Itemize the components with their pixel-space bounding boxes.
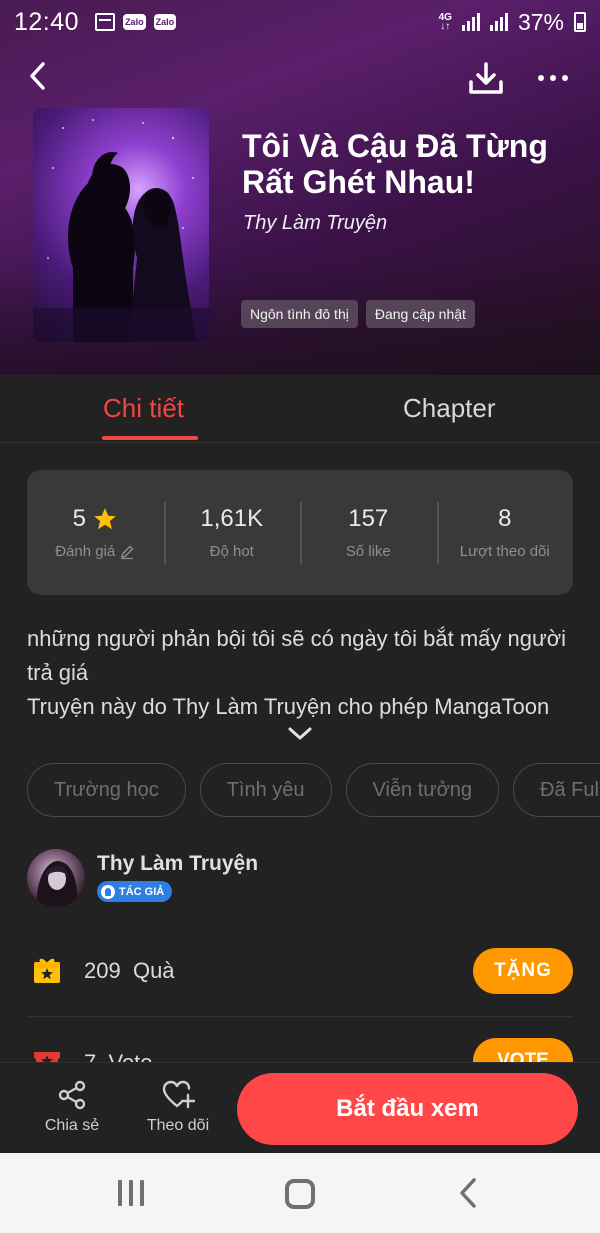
genre-tag[interactable]: Ngôn tình đô thị — [241, 300, 358, 328]
tab-bar: Chi tiết Chapter — [0, 375, 600, 443]
calendar-icon — [95, 13, 116, 31]
star-icon — [94, 508, 116, 530]
book-description[interactable]: những người phản bội tôi sẽ có ngày tôi … — [27, 622, 582, 724]
system-icons: 4G ↓↑ 37% — [439, 9, 586, 36]
notification-icons: Zalo Zalo — [95, 13, 177, 31]
gift-icon — [32, 955, 62, 985]
zalo-icon: Zalo — [153, 14, 177, 30]
gift-button[interactable]: TẶNG — [473, 948, 573, 994]
likes-label: Số like — [345, 543, 391, 560]
book-header: 12:40 Zalo Zalo 4G ↓↑ 37% Tôi Và Cậu Đã … — [0, 0, 600, 375]
followers-label: Lượt theo dõi — [459, 543, 550, 560]
chevron-down-icon — [288, 727, 312, 740]
start-reading-button[interactable]: Bắt đầu xem — [237, 1073, 578, 1145]
home-icon[interactable] — [285, 1179, 315, 1209]
author-avatar[interactable] — [27, 849, 85, 907]
author-role-label: TÁC GIẢ — [119, 885, 165, 898]
tag-list: Trường học Tình yêu Viễn tưởng Đã Full — [27, 763, 600, 817]
more-dot-icon — [550, 75, 556, 81]
follow-button[interactable]: Theo dõi — [138, 1079, 218, 1135]
top-navigation — [0, 52, 600, 102]
status-time: 12:40 — [14, 7, 80, 36]
more-dot-icon — [538, 75, 544, 81]
tab-detail[interactable]: Chi tiết — [103, 393, 184, 424]
tab-chapter[interactable]: Chapter — [403, 393, 496, 424]
author-name[interactable]: Thy Làm Truyện — [97, 852, 258, 876]
more-dot-icon — [562, 75, 568, 81]
tag-chip[interactable]: Tình yêu — [199, 763, 332, 817]
description-text: Truyện này do Thy Làm Truyện cho phép Ma… — [27, 694, 550, 719]
download-icon — [469, 62, 503, 94]
active-tab-indicator — [102, 436, 198, 440]
battery-level: 37% — [517, 8, 564, 35]
back-button[interactable] — [20, 58, 56, 94]
tag-chip[interactable]: Viễn tưởng — [345, 763, 500, 817]
book-author[interactable]: Thy Làm Truyện — [243, 212, 387, 235]
stat-followers: 8 Lượt theo dõi — [436, 502, 574, 564]
description-text: những người phản bội tôi sẽ có ngày tôi … — [27, 626, 567, 685]
book-title: Tôi Và Cậu Đã Từng Rất Ghét Nhau! — [242, 128, 548, 200]
chevron-left-icon — [30, 62, 45, 90]
cover-silhouette-art — [33, 119, 209, 342]
author-role-badge: TÁC GIẢ — [97, 881, 173, 902]
genre-tags: Ngôn tình đô thị Đang cập nhật — [241, 300, 475, 328]
likes-value: 157 — [348, 505, 389, 532]
stat-hot: 1,61K Độ hot — [163, 502, 301, 564]
heart-plus-icon — [162, 1080, 195, 1109]
download-button[interactable] — [466, 58, 506, 98]
follow-label: Theo dõi — [146, 1117, 210, 1134]
status-bar: 12:40 Zalo Zalo 4G ↓↑ 37% — [0, 0, 600, 44]
tag-chip[interactable]: Trường học — [27, 763, 186, 817]
zalo-icon: Zalo — [123, 14, 146, 30]
rating-label: Đánh giá — [55, 543, 116, 560]
pencil-icon — [121, 545, 134, 559]
hot-value: 1,61K — [200, 505, 264, 532]
book-cover-image — [33, 108, 209, 342]
followers-value: 8 — [498, 505, 512, 532]
expand-description-button[interactable] — [286, 724, 314, 744]
status-tag: Đang cập nhật — [365, 300, 475, 328]
battery-icon — [574, 12, 586, 32]
gift-count: 209 Quà — [84, 958, 175, 983]
signal-icon — [489, 13, 508, 31]
bottom-action-bar: Chia sẻ Theo dõi Bắt đầu xem — [0, 1062, 600, 1153]
stat-rating[interactable]: 5 Đánh giá — [27, 505, 164, 560]
avatar-portrait-art — [36, 861, 78, 907]
stats-panel: 5 Đánh giá 1,61K Độ hot 157 Số like 8 Lư… — [27, 470, 573, 595]
network-type: 4G ↓↑ — [438, 12, 452, 32]
hot-label: Độ hot — [209, 543, 254, 560]
tag-chip[interactable]: Đã Full — [513, 763, 600, 817]
system-back-icon[interactable] — [454, 1177, 484, 1209]
signal-icon — [461, 13, 480, 31]
stat-likes: 157 Số like — [300, 502, 437, 564]
share-label: Chia sẻ — [44, 1117, 100, 1134]
share-icon — [58, 1080, 86, 1110]
rating-value: 5 — [72, 505, 86, 532]
recent-apps-icon[interactable] — [118, 1180, 148, 1206]
divider — [27, 1016, 573, 1017]
more-options-button[interactable] — [530, 58, 576, 98]
pen-icon — [101, 884, 115, 899]
android-navigation-bar — [0, 1153, 600, 1233]
share-button[interactable]: Chia sẻ — [32, 1079, 112, 1135]
